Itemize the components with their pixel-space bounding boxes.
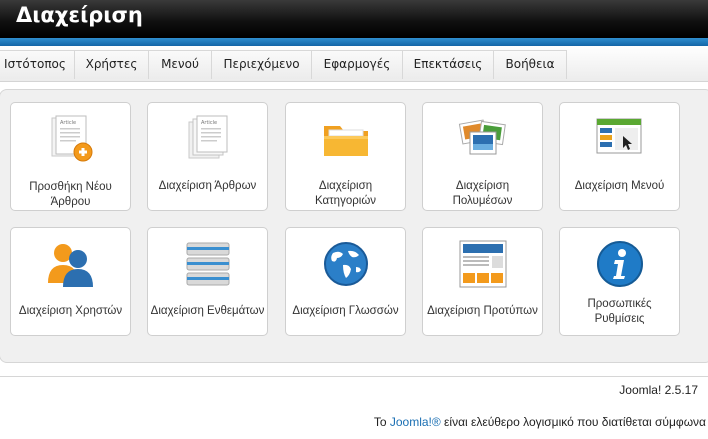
quickicon-label: Διαχείριση Ενθεμάτων bbox=[150, 305, 265, 317]
folder-icon bbox=[324, 126, 368, 156]
info-icon bbox=[597, 241, 643, 287]
footer-divider bbox=[0, 376, 708, 377]
menu-menus[interactable]: Μενού bbox=[148, 50, 212, 79]
quickicon-add-article[interactable]: Article Προσθήκη Νέου Άρθρου bbox=[10, 102, 131, 211]
menu-users[interactable]: Χρήστες bbox=[74, 50, 149, 79]
quickicon-users[interactable]: Διαχείριση Χρηστών bbox=[10, 227, 131, 336]
quickicon-label: Διαχείριση Προτύπων bbox=[427, 305, 538, 317]
menu-content[interactable]: Περιεχόμενο bbox=[211, 50, 312, 79]
svg-text:Article: Article bbox=[60, 120, 76, 126]
joomla-link[interactable]: Joomla!® bbox=[390, 415, 441, 429]
svg-text:Article: Article bbox=[201, 120, 217, 126]
globe-icon bbox=[324, 242, 368, 286]
quickicon-modules[interactable]: Διαχείριση Ενθεμάτων bbox=[147, 227, 268, 336]
page-title: Διαχείριση bbox=[16, 3, 143, 27]
main-menu-bar: Ιστότοπος Χρήστες Μενού Περιεχόμενο Εφαρ… bbox=[0, 46, 708, 82]
menu-components[interactable]: Εφαρμογές bbox=[311, 50, 403, 79]
quickicon-label: Προσωπικές Ρυθμίσεις bbox=[587, 298, 652, 325]
articles-icon: Article bbox=[188, 115, 228, 159]
add-article-icon: Article bbox=[51, 115, 93, 162]
quickicon-media[interactable]: Διαχείριση Πολυμέσων bbox=[422, 102, 543, 211]
admin-header: Διαχείριση bbox=[0, 0, 708, 38]
quickicon-templates[interactable]: Διαχείριση Προτύπων bbox=[422, 227, 543, 336]
media-icon bbox=[458, 119, 506, 155]
template-icon bbox=[459, 240, 507, 288]
users-icon bbox=[48, 244, 93, 287]
quickicon-menus[interactable]: Διαχείριση Μενού bbox=[559, 102, 680, 211]
quickicon-articles[interactable]: Article Διαχείριση Άρθρων bbox=[147, 102, 268, 211]
quickicon-label: Διαχείριση Πολυμέσων bbox=[452, 180, 513, 207]
footer-text: Το Joomla!® είναι ελεύθερο λογισμικό που… bbox=[374, 415, 706, 429]
quickicon-categories[interactable]: Διαχείριση Κατηγοριών bbox=[285, 102, 406, 211]
quickicon-label: Διαχείριση Γλωσσών bbox=[292, 305, 399, 317]
footer-prefix: Το bbox=[373, 415, 387, 429]
quickicon-languages[interactable]: Διαχείριση Γλωσσών bbox=[285, 227, 406, 336]
quickicon-label: Διαχείριση Άρθρων bbox=[158, 180, 257, 192]
footer-suffix: είναι ελεύθερο λογισμικό που διατίθεται … bbox=[444, 415, 706, 429]
quickicon-label: Διαχείριση Κατηγοριών bbox=[314, 180, 377, 207]
menu-help[interactable]: Βοήθεια bbox=[493, 50, 567, 79]
quickicon-profile[interactable]: Προσωπικές Ρυθμίσεις bbox=[559, 227, 680, 336]
version-label: Joomla! 2.5.17 bbox=[619, 383, 698, 397]
quickicon-label: Προσθήκη Νέου Άρθρου bbox=[29, 181, 112, 208]
menu-window-icon bbox=[596, 118, 642, 154]
menu-extensions[interactable]: Επεκτάσεις bbox=[402, 50, 494, 79]
header-accent-bar bbox=[0, 38, 708, 46]
quickicon-label: Διαχείριση Μενού bbox=[574, 180, 665, 192]
modules-icon bbox=[186, 242, 230, 286]
quickicon-label: Διαχείριση Χρηστών bbox=[18, 305, 123, 317]
menu-site[interactable]: Ιστότοπος bbox=[0, 50, 75, 79]
